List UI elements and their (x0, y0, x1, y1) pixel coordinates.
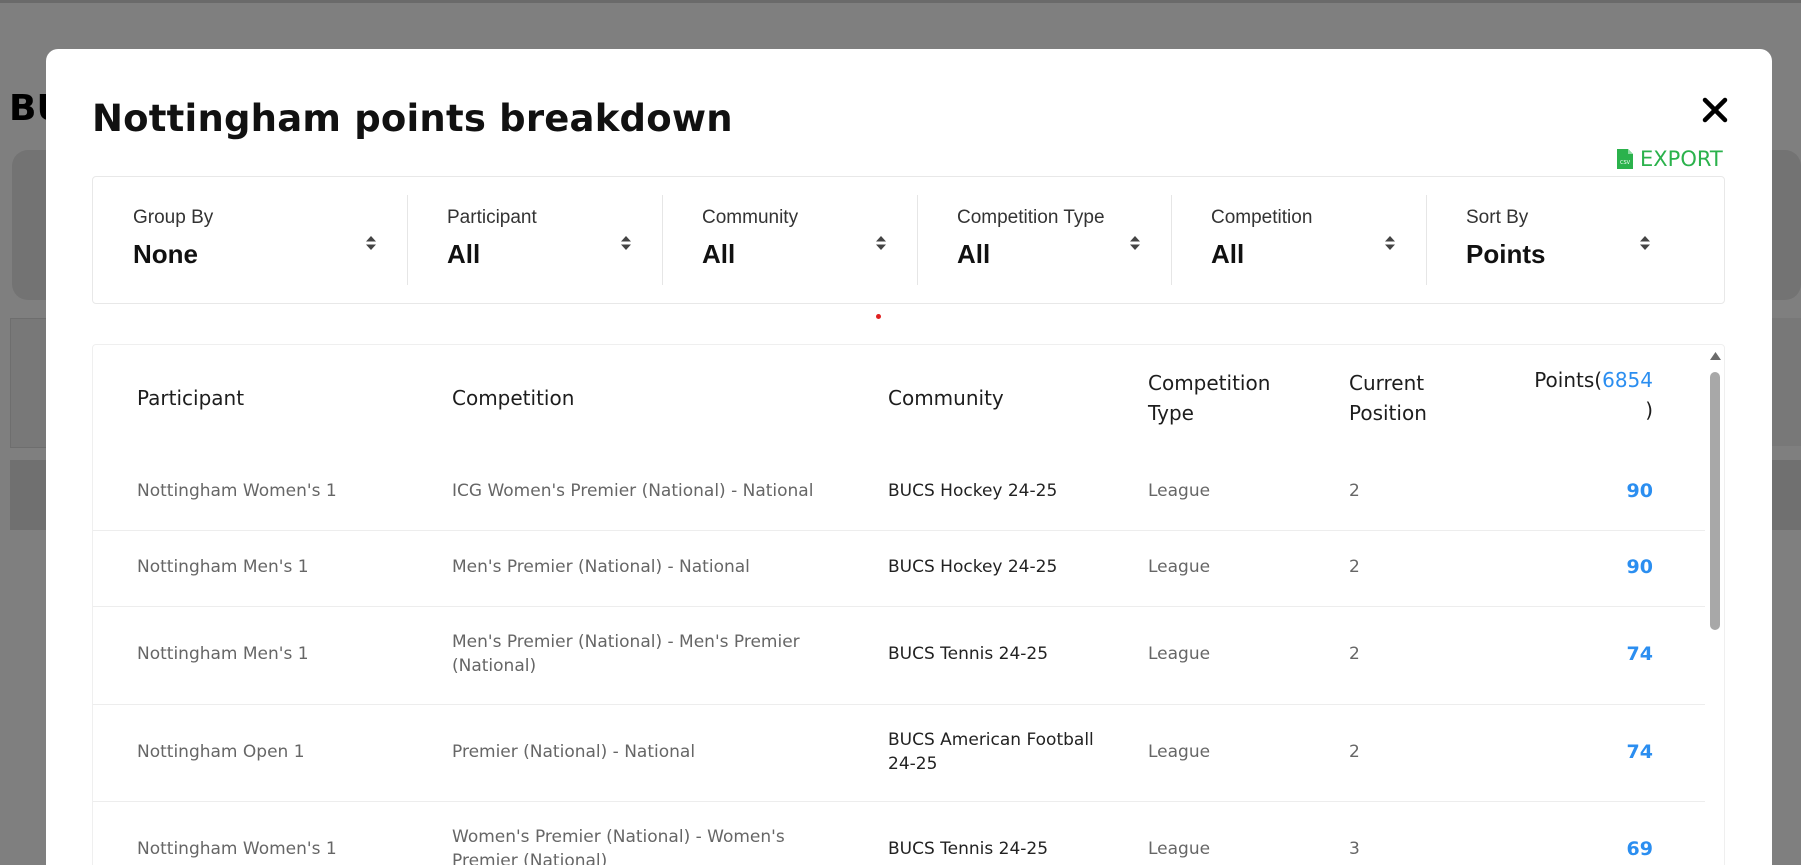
filter-competition-type[interactable]: Competition Type All (917, 177, 1171, 303)
filter-label: Community (702, 207, 799, 228)
cell-community: BUCS Tennis 24-25 (888, 644, 1049, 664)
cell-community: BUCS Hockey 24-25 (888, 557, 1058, 577)
header-points-suffix: ) (1645, 398, 1653, 422)
cell-competition-type: League (1148, 742, 1211, 762)
cell-points: 74 (1626, 643, 1653, 665)
cell-competition: Women's Premier (National) - Women's Pre… (452, 827, 785, 865)
close-icon (1702, 97, 1728, 123)
csv-file-icon: CSV (1617, 149, 1633, 169)
scroll-up-arrow-icon[interactable] (1709, 351, 1722, 361)
filter-bar: Group By None Participant All Community … (92, 176, 1725, 304)
sort-arrows-icon (621, 236, 631, 250)
cell-current-position: 2 (1349, 481, 1360, 501)
filter-sort-by[interactable]: Sort By Points (1426, 177, 1681, 303)
header-current-position[interactable]: Current Position (1349, 368, 1427, 428)
cell-participant: Nottingham Women's 1 (137, 481, 337, 501)
cell-current-position: 2 (1349, 742, 1360, 762)
export-button[interactable]: CSV EXPORT (1616, 146, 1723, 172)
browser-edge (0, 0, 1801, 3)
header-competition-type-line1: Competition (1148, 371, 1271, 395)
header-competition-type[interactable]: Competition Type (1148, 368, 1270, 428)
cell-points: 74 (1626, 741, 1653, 763)
filter-group-by[interactable]: Group By None (93, 177, 407, 303)
header-competition[interactable]: Competition (452, 383, 574, 413)
cell-competition-type: League (1148, 481, 1211, 501)
filter-label: Group By (133, 207, 214, 228)
cell-competition-type: League (1148, 839, 1211, 859)
table-scrollbar[interactable] (1705, 345, 1724, 865)
cell-community: BUCS American Football 24-25 (888, 730, 1094, 774)
points-breakdown-modal: Nottingham points breakdown CSV EXPORT G… (46, 49, 1772, 865)
header-competition-type-line2: Type (1148, 401, 1194, 425)
cell-community: BUCS Hockey 24-25 (888, 481, 1058, 501)
filter-participant[interactable]: Participant All (407, 177, 662, 303)
table-row[interactable]: Nottingham Open 1 Premier (National) - N… (93, 705, 1705, 802)
table-header: Participant Competition Community Compet… (93, 345, 1705, 455)
indicator-dot (876, 314, 881, 319)
scrollbar-thumb[interactable] (1710, 372, 1720, 630)
cell-participant: Nottingham Women's 1 (137, 839, 337, 859)
filter-competition[interactable]: Competition All (1171, 177, 1426, 303)
table-row[interactable]: Nottingham Women's 1 ICG Women's Premier… (93, 455, 1705, 531)
header-current-position-line1: Current (1349, 371, 1425, 395)
cell-current-position: 3 (1349, 839, 1360, 859)
filter-label: Competition Type (957, 207, 1105, 228)
cell-current-position: 2 (1349, 644, 1360, 664)
sort-arrows-icon (366, 236, 376, 250)
header-points[interactable]: Points(6854 ) (1493, 365, 1653, 425)
table-row[interactable]: Nottingham Women's 1 Women's Premier (Na… (93, 802, 1705, 865)
cell-competition-type: League (1148, 644, 1211, 664)
export-label: EXPORT (1640, 147, 1723, 171)
cell-participant: Nottingham Men's 1 (137, 644, 309, 664)
cell-points: 90 (1626, 556, 1653, 578)
sort-arrows-icon (876, 236, 886, 250)
close-button[interactable] (1698, 93, 1732, 127)
cell-points: 69 (1626, 838, 1653, 860)
points-table: Participant Competition Community Compet… (92, 344, 1725, 865)
header-points-prefix: Points( (1534, 368, 1603, 392)
svg-text:CSV: CSV (1620, 160, 1631, 166)
cell-competition: Premier (National) - National (452, 742, 696, 762)
header-points-total: 6854 (1602, 368, 1653, 392)
cell-competition: Men's Premier (National) - Men's Premier… (452, 632, 800, 676)
cell-points: 90 (1626, 480, 1653, 502)
filter-community[interactable]: Community All (662, 177, 917, 303)
cell-participant: Nottingham Men's 1 (137, 557, 309, 577)
header-current-position-line2: Position (1349, 401, 1427, 425)
filter-label: Competition (1211, 207, 1313, 228)
sort-arrows-icon (1130, 236, 1140, 250)
cell-current-position: 2 (1349, 557, 1360, 577)
filter-label: Participant (447, 207, 537, 228)
table-row[interactable]: Nottingham Men's 1 Men's Premier (Nation… (93, 607, 1705, 705)
sort-arrows-icon (1640, 236, 1650, 250)
cell-competition: ICG Women's Premier (National) - Nationa… (452, 481, 814, 501)
cell-participant: Nottingham Open 1 (137, 742, 305, 762)
cell-competition-type: League (1148, 557, 1211, 577)
modal-title: Nottingham points breakdown (92, 97, 733, 140)
cell-competition: Men's Premier (National) - National (452, 557, 750, 577)
header-community[interactable]: Community (888, 383, 1004, 413)
header-participant[interactable]: Participant (137, 383, 244, 413)
cell-community: BUCS Tennis 24-25 (888, 839, 1049, 859)
filter-label: Sort By (1466, 207, 1529, 228)
sort-arrows-icon (1385, 236, 1395, 250)
table-row[interactable]: Nottingham Men's 1 Men's Premier (Nation… (93, 531, 1705, 607)
